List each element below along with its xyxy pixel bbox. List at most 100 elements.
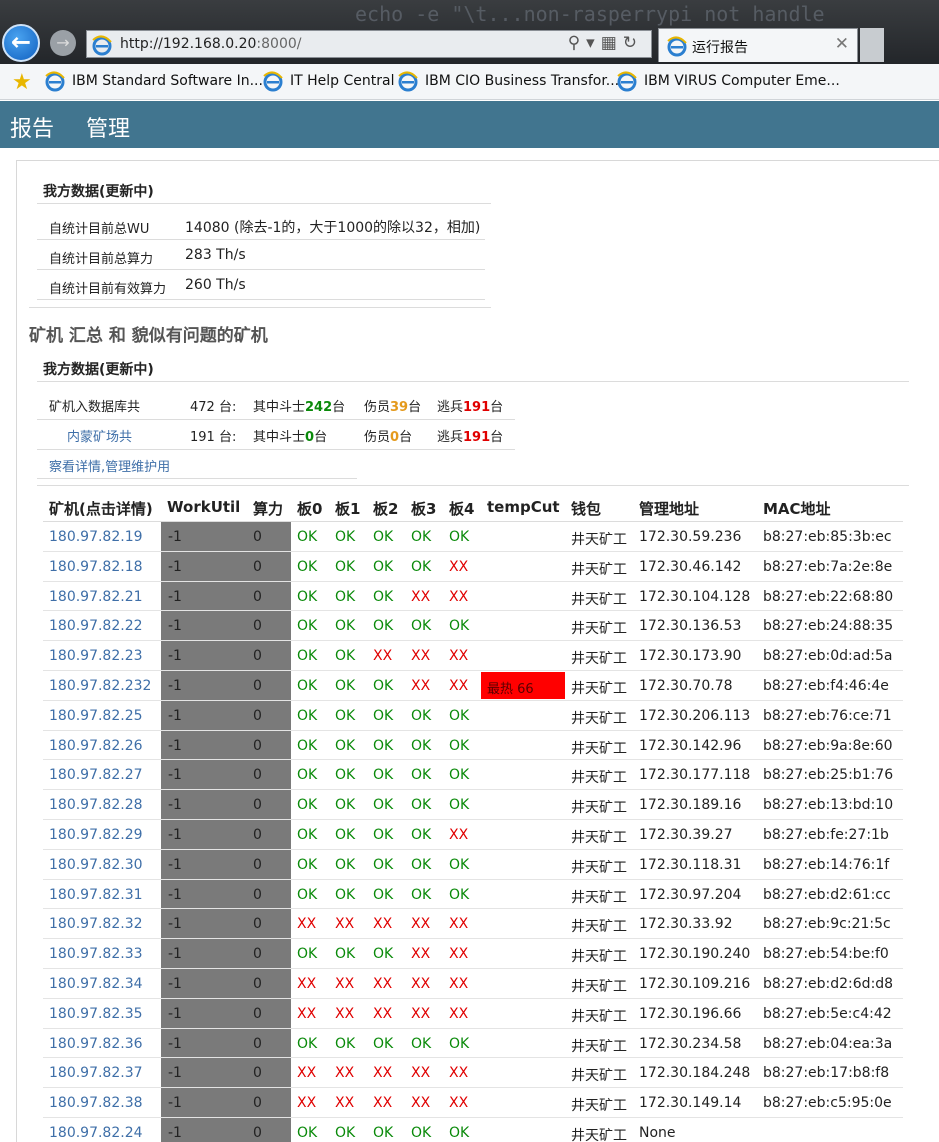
url-text[interactable]: http://192.168.0.20:8000/	[120, 36, 301, 52]
board-status: OK	[411, 529, 432, 545]
board-status: OK	[297, 1035, 318, 1052]
miner-ip-link[interactable]: 180.97.82.38	[49, 1095, 143, 1111]
nav-report-link[interactable]: 报告	[10, 111, 54, 143]
miner-ip-link[interactable]: 180.97.82.29	[49, 827, 143, 843]
favorite-item[interactable]: IBM Standard Software In...	[44, 70, 263, 94]
refresh-icon[interactable]: ↻	[623, 33, 643, 53]
browser-tab[interactable]: 运行报告 ✕	[658, 28, 858, 62]
board-status: XX	[335, 976, 355, 992]
board-status: OK	[297, 678, 318, 694]
board-status: OK	[449, 767, 470, 784]
board-status: OK	[449, 886, 470, 903]
nav-manage-link[interactable]: 管理	[86, 111, 130, 143]
table-row: 180.97.82.29 -1 0 OK OK OK OK XX 井天矿工 172.30.39.2…	[43, 820, 903, 850]
miner-ip-link[interactable]: 180.97.82.22	[49, 618, 143, 634]
hashrate-value: 0	[253, 648, 262, 665]
hashrate-value: 0	[253, 827, 262, 843]
miner-ip-link[interactable]: 180.97.82.32	[49, 916, 143, 932]
details-link[interactable]: 察看详情,管理维护用	[49, 456, 170, 475]
wallet-name: 井天矿工	[571, 800, 627, 817]
miner-ip-link[interactable]: 180.97.82.30	[49, 857, 143, 873]
board-status: XX	[335, 1095, 355, 1112]
miner-ip-link[interactable]: 180.97.82.31	[49, 887, 143, 903]
board-status: OK	[335, 678, 356, 694]
miner-ip-link[interactable]: 180.97.82.232	[49, 678, 151, 694]
forward-button[interactable]: →	[50, 30, 76, 56]
ie-favicon-icon	[617, 71, 637, 92]
miner-ip-link[interactable]: 180.97.82.24	[49, 1125, 143, 1141]
table-row: 180.97.82.26 -1 0 OK OK OK OK OK 井天矿工 172.30.142.…	[43, 730, 903, 761]
workutil-hashrate-cells: -1 0	[161, 641, 291, 670]
miner-ip-link[interactable]: 180.97.82.21	[49, 589, 143, 605]
miner-ip-link[interactable]: 180.97.82.19	[49, 529, 143, 545]
board-status: OK	[411, 707, 432, 724]
table-row: 180.97.82.28 -1 0 OK OK OK OK OK 井天矿工 172.30.189.…	[43, 790, 903, 820]
summary-title: 我方数据(更新中)	[43, 184, 154, 200]
board-status: OK	[297, 618, 318, 635]
mac-address: b8:27:eb:0d:ad:5a	[763, 648, 893, 665]
table-row: 180.97.82.19 -1 0 OK OK OK OK OK 井天矿工 172.30.59.2…	[43, 522, 903, 552]
miner-ip-link[interactable]: 180.97.82.33	[49, 946, 143, 962]
board-status: XX	[297, 1095, 317, 1112]
favorite-label: IBM CIO Business Transfor...	[425, 73, 620, 89]
table-row: 180.97.82.24 -1 0 OK OK OK OK OK 井天矿工 None	[43, 1118, 903, 1142]
board-status: OK	[373, 558, 394, 575]
mgmt-address: 172.30.184.248	[639, 1065, 751, 1082]
fighters-prefix: 其中斗士	[253, 430, 306, 445]
board-status: XX	[373, 1065, 393, 1082]
address-bar[interactable]: http://192.168.0.20:8000/ ⚲▾▦↻	[86, 30, 652, 58]
miner-ip-link[interactable]: 180.97.82.35	[49, 1006, 143, 1022]
back-button[interactable]: ←	[2, 24, 40, 62]
board-status: OK	[297, 886, 318, 903]
board-status: OK	[297, 1125, 318, 1141]
workutil-hashrate-cells: -1 0	[161, 522, 291, 551]
table-row: 180.97.82.38 -1 0 XX XX XX XX XX 井天矿工 172.30.149.…	[43, 1088, 903, 1118]
board-status: OK	[373, 886, 394, 903]
board-status: OK	[373, 1125, 394, 1141]
divider	[37, 478, 357, 479]
miner-ip-link[interactable]: 180.97.82.37	[49, 1065, 143, 1081]
unit: 台	[314, 430, 328, 445]
favorites-star-icon[interactable]: ★	[12, 70, 32, 95]
favorite-item[interactable]: IBM VIRUS Computer Eme...	[616, 70, 840, 94]
wallet-name: 井天矿工	[571, 830, 627, 846]
board-status: XX	[411, 678, 431, 694]
miner-ip-link[interactable]: 180.97.82.27	[49, 767, 143, 783]
favorite-item[interactable]: IBM CIO Business Transfor...	[397, 70, 619, 94]
mgmt-address: 172.30.142.96	[639, 737, 742, 754]
app-navbar: 报告 管理	[0, 101, 939, 148]
board-status: OK	[449, 856, 470, 873]
mac-address: b8:27:eb:14:76:1f	[763, 856, 890, 873]
miner-ip-link[interactable]: 180.97.82.26	[49, 738, 143, 754]
wounded-prefix: 伤员	[364, 400, 391, 415]
favorite-item[interactable]: IT Help Central	[262, 70, 394, 94]
address-tools[interactable]: ⚲▾▦↻	[568, 33, 643, 53]
divider	[37, 419, 515, 420]
search-icon[interactable]: ⚲	[568, 33, 586, 53]
table-row: 180.97.82.25 -1 0 OK OK OK OK OK 井天矿工 172.30.206.…	[43, 700, 903, 731]
hashrate-value: 0	[253, 1065, 262, 1082]
new-tab-button[interactable]	[860, 28, 884, 62]
mgmt-address: 172.30.149.14	[639, 1095, 742, 1112]
divider	[37, 485, 909, 486]
workutil-hashrate-cells: -1 0	[161, 909, 291, 939]
miner-ip-link[interactable]: 180.97.82.36	[49, 1036, 143, 1052]
mac-address: b8:27:eb:25:b1:76	[763, 767, 894, 784]
close-icon[interactable]: ✕	[835, 34, 849, 54]
url-host: http://192.168.0.20	[120, 36, 257, 52]
miner-ip-link[interactable]: 180.97.82.23	[49, 648, 143, 664]
compat-view-icon[interactable]: ▦	[601, 33, 623, 53]
dropdown-icon[interactable]: ▾	[586, 33, 601, 53]
stats-label-link[interactable]: 内蒙矿场共	[67, 426, 132, 445]
board-status: XX	[297, 976, 317, 992]
workutil-value: -1	[168, 678, 182, 694]
board-status: OK	[411, 886, 432, 903]
board-status: XX	[411, 946, 431, 963]
miner-ip-link[interactable]: 180.97.82.34	[49, 976, 143, 992]
board-status: XX	[449, 916, 469, 933]
miner-ip-link[interactable]: 180.97.82.18	[49, 559, 143, 575]
miner-ip-link[interactable]: 180.97.82.25	[49, 708, 143, 724]
mgmt-address: 172.30.206.113	[639, 707, 751, 724]
board-status: OK	[411, 856, 432, 873]
miner-ip-link[interactable]: 180.97.82.28	[49, 797, 143, 813]
